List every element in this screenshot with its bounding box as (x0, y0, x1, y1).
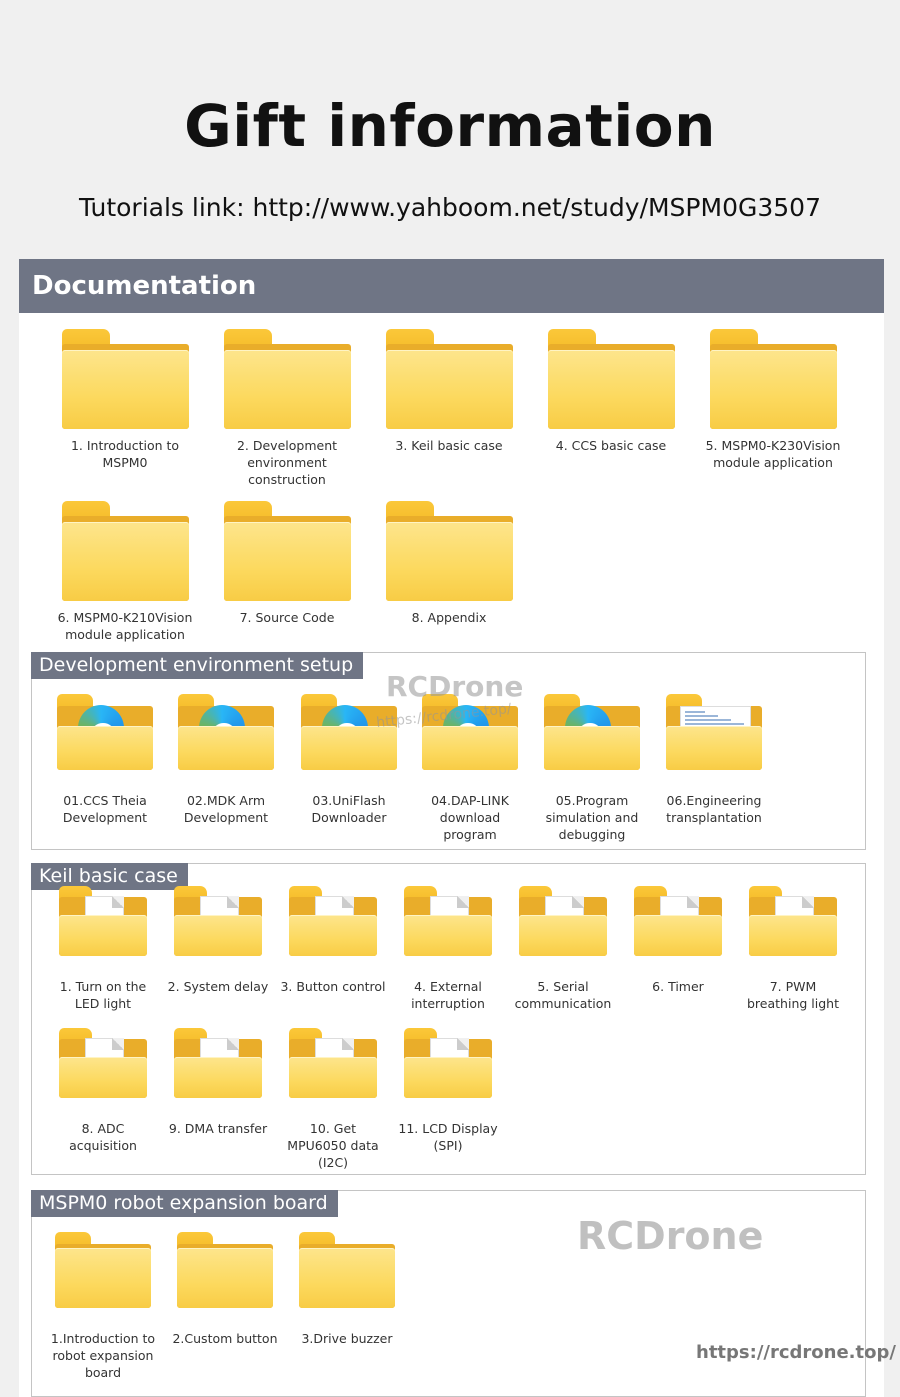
pdf-folder-icon (289, 1028, 377, 1098)
folder-icon (385, 329, 513, 429)
pdf-folder-icon (174, 1028, 262, 1098)
pdf-folder-icon (404, 886, 492, 956)
pdf-folder-icon (59, 1028, 147, 1098)
folder-icon (177, 1232, 273, 1308)
documentation-item-label: 8. Appendix (411, 610, 487, 625)
pdf-folder-icon (289, 886, 377, 956)
documentation-item-label: 5. MSPM0-K230Vision module application (705, 438, 841, 470)
folder-icon (55, 1232, 151, 1308)
page-title: Gift information (184, 92, 716, 160)
documentation-item-label: 2. Development environment construction (236, 438, 338, 487)
keil-item[interactable]: 11. LCD Display (SPI) (373, 1028, 523, 1154)
folder-icon (223, 501, 351, 601)
folder-icon (385, 501, 513, 601)
robot-item[interactable]: 3.Drive buzzer (272, 1232, 422, 1347)
browser-folder-icon (301, 694, 397, 770)
browser-folder-icon (544, 694, 640, 770)
documentation-item[interactable]: 1. Introduction to MSPM0 (50, 329, 200, 471)
documentation-item[interactable]: 6. MSPM0-K210Vision module application (50, 501, 200, 643)
documentation-item[interactable]: 4. CCS basic case (536, 329, 686, 454)
documentation-item[interactable]: 8. Appendix (374, 501, 524, 626)
pdf-folder-icon (519, 886, 607, 956)
folder-icon (61, 329, 189, 429)
dev-env-heading: Development environment setup (31, 652, 364, 679)
pdf-folder-icon (634, 886, 722, 956)
documentation-item-label: 3. Keil basic case (395, 438, 503, 453)
pdf-folder-icon (749, 886, 837, 956)
folder-icon (223, 329, 351, 429)
folder-icon (299, 1232, 395, 1308)
documentation-item[interactable]: 3. Keil basic case (374, 329, 524, 454)
documentation-item[interactable]: 5. MSPM0-K230Vision module application (698, 329, 848, 471)
folder-icon (709, 329, 837, 429)
watermark-brand-top: RCDrone (386, 670, 524, 703)
browser-folder-icon (178, 694, 274, 770)
robot-heading: MSPM0 robot expansion board (31, 1190, 338, 1217)
folder-icon (547, 329, 675, 429)
pdf-folder-icon (174, 886, 262, 956)
tutorials-link[interactable]: Tutorials link: http://www.yahboom.net/s… (0, 193, 900, 222)
documentation-item[interactable]: 2. Development environment construction (212, 329, 362, 488)
keil-item[interactable]: 7. PWM breathing light (718, 886, 868, 1012)
watermark-brand: RCDrone (577, 1214, 764, 1258)
browser-folder-icon (57, 694, 153, 770)
dev_env-item[interactable]: 06.Engineering transplantation (639, 694, 789, 826)
documentation-item-label: 1. Introduction to MSPM0 (70, 438, 180, 470)
robot-item-label: 3.Drive buzzer (301, 1331, 393, 1346)
keil-item-label: 11. LCD Display (SPI) (398, 1121, 498, 1153)
screenshot-folder-icon (666, 694, 762, 770)
pdf-folder-icon (404, 1028, 492, 1098)
documentation-item[interactable]: 7. Source Code (212, 501, 362, 626)
pdf-folder-icon (59, 886, 147, 956)
folder-icon (61, 501, 189, 601)
documentation-item-label: 7. Source Code (239, 610, 335, 625)
documentation-item-label: 6. MSPM0-K210Vision module application (57, 610, 193, 642)
keil-item-label: 7. PWM breathing light (747, 979, 839, 1011)
dev_env-item-label: 06.Engineering transplantation (666, 793, 762, 825)
watermark-url: https://rcdrone.top/ (696, 1342, 896, 1363)
documentation-item-label: 4. CCS basic case (555, 438, 667, 453)
documentation-heading: Documentation (19, 259, 884, 313)
